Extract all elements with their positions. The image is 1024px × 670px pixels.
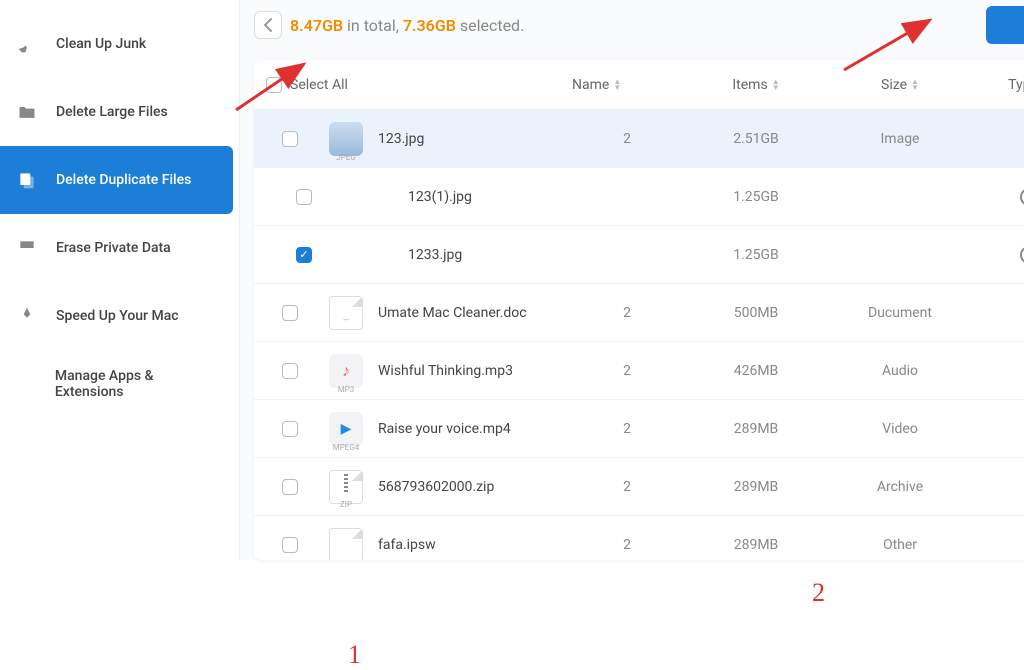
back-button[interactable]	[254, 11, 282, 39]
sidebar-item-label: Speed Up Your Mac	[56, 308, 179, 324]
file-items: 2	[572, 537, 682, 553]
sidebar-item-label: Erase Private Data	[56, 240, 171, 256]
file-size: 500MB	[686, 305, 826, 321]
file-type: Audio	[830, 363, 970, 379]
file-name: 123(1).jpg	[378, 189, 568, 205]
files-table: Select All Name▲▼ Items▲▼ Size▲▼ Type▲▼ …	[254, 60, 1024, 560]
row-checkbox[interactable]	[282, 421, 298, 437]
table-row[interactable]: JPEG 123.jpg22.51GBImage	[254, 110, 1024, 168]
find-path-icon[interactable]	[1020, 246, 1024, 264]
file-name: Raise your voice.mp4	[378, 421, 568, 437]
scan-summary: 8.47GB in total, 7.36GB selected.	[290, 16, 524, 35]
broom-icon	[16, 33, 38, 55]
file-type: Archive	[830, 479, 970, 495]
file-size: 1.25GB	[686, 189, 826, 205]
file-size: 1.25GB	[686, 247, 826, 263]
sidebar-item-clean-up-junk[interactable]: Clean Up Junk	[0, 10, 233, 78]
row-checkbox[interactable]	[296, 247, 312, 263]
sort-icon: ▲▼	[613, 79, 621, 91]
sidebar: Clean Up Junk Delete Large Files Delete Du…	[0, 0, 240, 560]
file-items: 2	[572, 363, 682, 379]
file-items: 2	[572, 305, 682, 321]
table-row[interactable]: fafa.ipsw2289MBOther	[254, 516, 1024, 560]
select-all-label: Select All	[290, 77, 348, 93]
column-name[interactable]: Name▲▼	[572, 77, 682, 93]
find-path-icon[interactable]	[1020, 188, 1024, 206]
main-panel: 8.47GB in total, 7.36GB selected. Delete…	[240, 0, 1024, 560]
file-type: Ducument	[830, 305, 970, 321]
table-row[interactable]: ♪MP3 Wishful Thinking.mp32426MBAudio	[254, 342, 1024, 400]
chevron-left-icon	[263, 18, 273, 32]
sidebar-item-label: Manage Apps & Extensions	[55, 368, 217, 400]
file-size: 2.51GB	[686, 131, 826, 147]
file-name: 568793602000.zip	[378, 479, 568, 495]
file-name: Wishful Thinking.mp3	[378, 363, 568, 379]
file-type: Other	[830, 537, 970, 553]
row-checkbox[interactable]	[282, 131, 298, 147]
file-items: 2	[572, 131, 682, 147]
sidebar-item-manage-apps-extensions[interactable]: Manage Apps & Extensions	[0, 350, 233, 418]
rocket-icon	[16, 305, 38, 327]
file-size: 289MB	[686, 421, 826, 437]
mp3-icon: ♪MP3	[329, 354, 363, 388]
row-checkbox[interactable]	[282, 363, 298, 379]
row-checkbox[interactable]	[296, 189, 312, 205]
sidebar-item-erase-private-data[interactable]: Erase Private Data	[0, 214, 233, 282]
doc-icon: —	[329, 296, 363, 330]
table-header: Select All Name▲▼ Items▲▼ Size▲▼ Type▲▼ …	[254, 60, 1024, 110]
shredder-icon	[16, 237, 38, 259]
file-name: 123.jpg	[378, 131, 568, 147]
file-type: Image	[830, 131, 970, 147]
row-checkbox[interactable]	[282, 305, 298, 321]
file-size: 426MB	[686, 363, 826, 379]
column-type[interactable]: Type▲▼	[974, 77, 1024, 93]
file-name: 1233.jpg	[378, 247, 568, 263]
column-size[interactable]: Size▲▼	[830, 77, 970, 93]
folder-icon	[16, 101, 38, 123]
file-size: 289MB	[686, 537, 826, 553]
table-row[interactable]: — Umate Mac Cleaner.doc2500MBDucument	[254, 284, 1024, 342]
table-row[interactable]: ▶MPEG4 Raise your voice.mp42289MBVideo	[254, 400, 1024, 458]
plugin-icon	[16, 373, 37, 395]
select-all-checkbox[interactable]	[266, 77, 282, 93]
sort-icon: ▲▼	[772, 79, 780, 91]
file-name: fafa.ipsw	[378, 537, 568, 553]
jpeg-icon: JPEG	[329, 122, 363, 156]
sort-icon: ▲▼	[911, 79, 919, 91]
mp4-icon: ▶MPEG4	[329, 412, 363, 446]
file-icon	[329, 528, 363, 561]
duplicate-icon	[16, 169, 38, 191]
sidebar-item-speed-up-your-mac[interactable]: Speed Up Your Mac	[0, 282, 233, 350]
sidebar-item-delete-large-files[interactable]: Delete Large Files	[0, 78, 233, 146]
sidebar-item-delete-duplicate-files[interactable]: Delete Duplicate Files	[0, 146, 233, 214]
file-items: 2	[572, 421, 682, 437]
row-checkbox[interactable]	[282, 537, 298, 553]
file-name: Umate Mac Cleaner.doc	[378, 305, 568, 321]
delete-button[interactable]: Delete	[986, 6, 1024, 44]
file-size: 289MB	[686, 479, 826, 495]
table-child-row[interactable]: 123(1).jpg 1.25GB	[254, 168, 1024, 226]
column-items[interactable]: Items▲▼	[686, 77, 826, 93]
top-bar: 8.47GB in total, 7.36GB selected. Delete	[240, 0, 1024, 52]
total-size: 8.47GB	[290, 16, 343, 35]
table-row[interactable]: ZIP 568793602000.zip2289MBArchive	[254, 458, 1024, 516]
sidebar-item-label: Clean Up Junk	[56, 36, 146, 52]
sidebar-item-label: Delete Duplicate Files	[56, 172, 191, 188]
selected-size: 7.36GB	[403, 16, 456, 35]
file-type: Video	[830, 421, 970, 437]
file-items: 2	[572, 479, 682, 495]
sidebar-item-label: Delete Large Files	[56, 104, 168, 120]
zip-icon: ZIP	[329, 470, 363, 504]
table-body: JPEG123.jpg22.51GBImage123(1).jpg1.25GB1…	[254, 110, 1024, 560]
table-child-row[interactable]: 1233.jpg 1.25GB	[254, 226, 1024, 284]
row-checkbox[interactable]	[282, 479, 298, 495]
